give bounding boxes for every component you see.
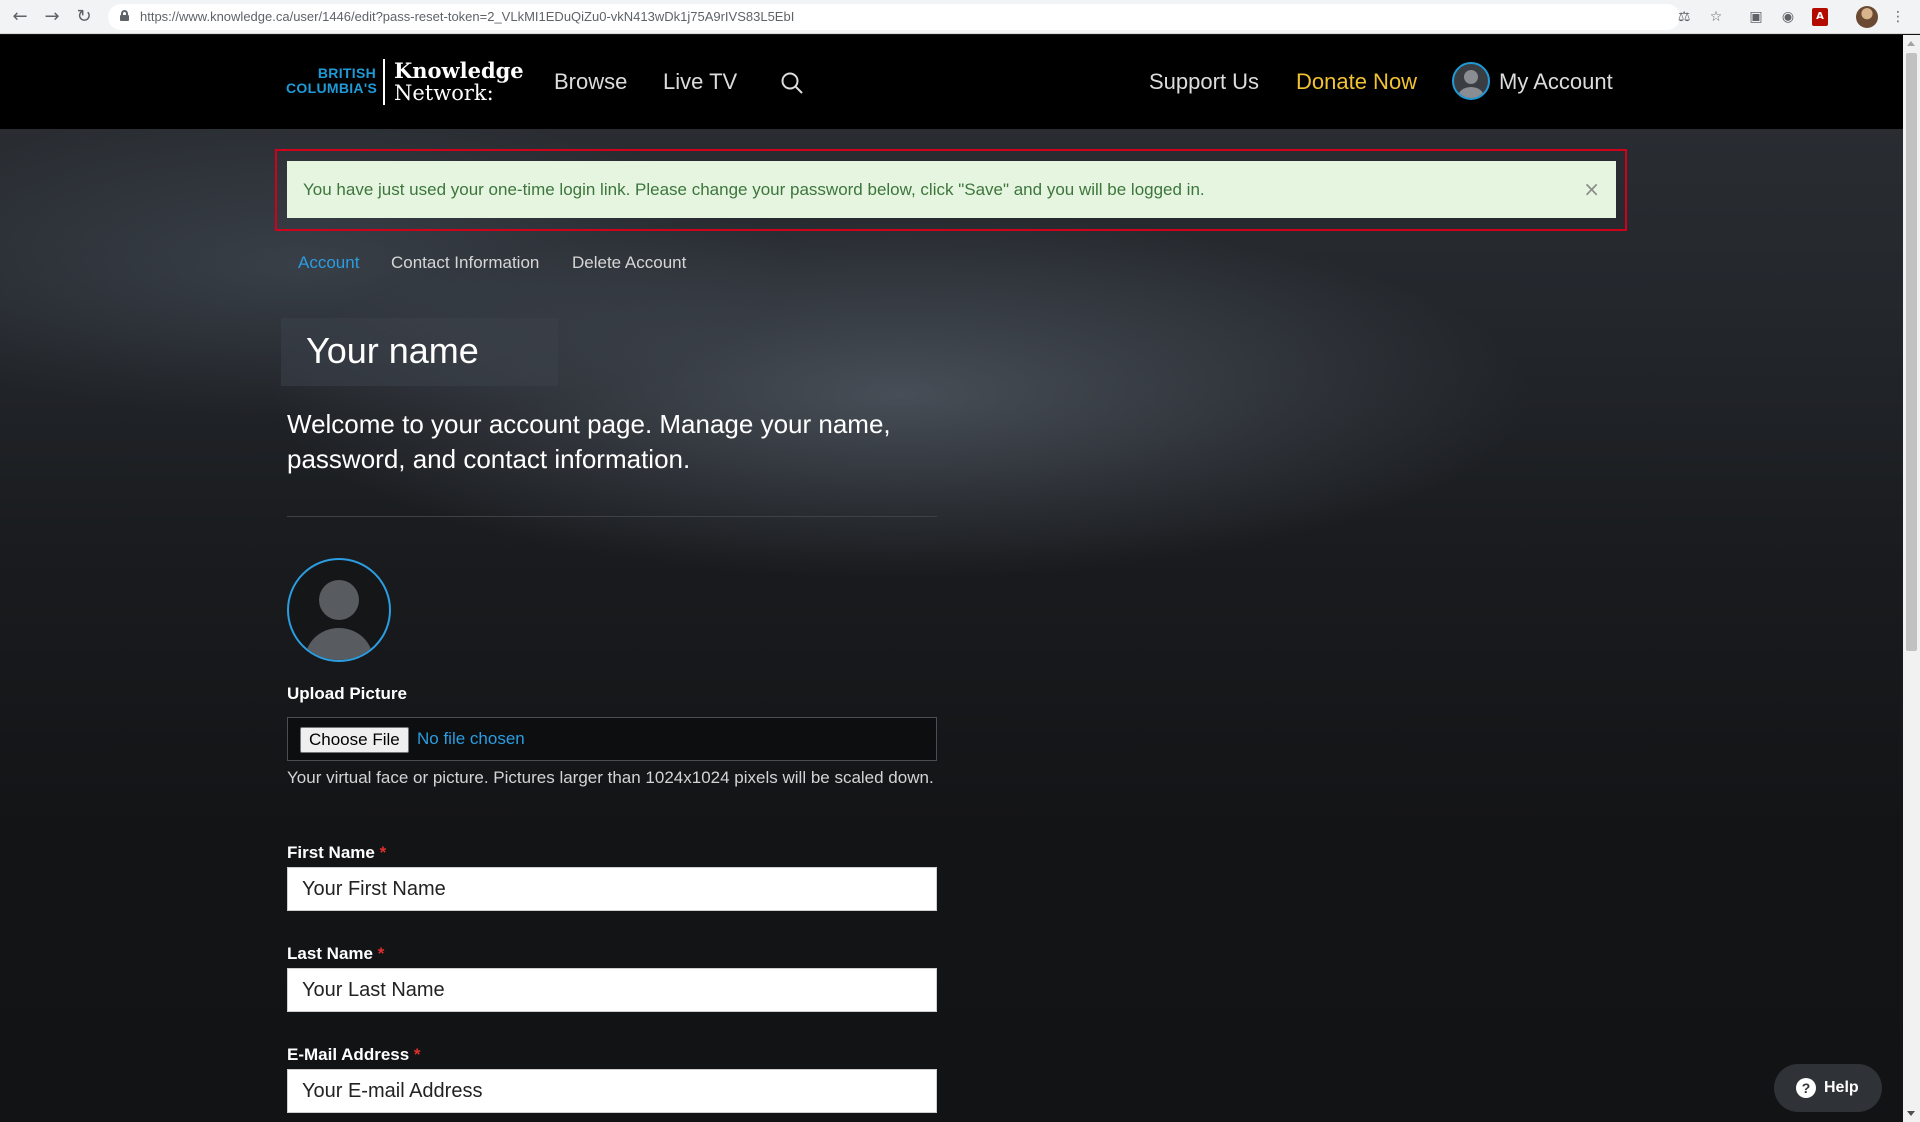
logo-separator [383, 59, 385, 105]
choose-file-button[interactable]: Choose File [300, 727, 409, 753]
required-marker: * [379, 843, 387, 862]
browser-menu-icon[interactable]: ⋮ [1888, 7, 1908, 27]
address-bar[interactable]: https://www.knowledge.ca/user/1446/edit?… [108, 4, 1680, 30]
email-label-text: E-Mail Address [287, 1045, 410, 1064]
profile-picture-avatar [287, 558, 391, 662]
forward-icon[interactable]: → [40, 5, 64, 29]
logo-bc-text: BRITISH COLUMBIA'S [286, 65, 378, 96]
bookmark-star-icon[interactable]: ☆ [1706, 7, 1726, 27]
status-message-text: You have just used your one-time login l… [303, 180, 1205, 199]
upload-picture-label: Upload Picture [287, 684, 407, 703]
first-name-label: First Name * [287, 843, 386, 863]
email-field[interactable]: Your E-mail Address [287, 1069, 937, 1113]
status-message: You have just used your one-time login l… [287, 161, 1616, 218]
back-icon[interactable]: ← [8, 5, 32, 29]
user-silhouette-icon [305, 580, 373, 660]
email-label: E-Mail Address * [287, 1045, 421, 1065]
nav-support-us[interactable]: Support Us [1149, 69, 1259, 95]
logo-wordmark: Knowledge Network: [394, 59, 524, 105]
scrollbar-thumb[interactable] [1906, 53, 1917, 651]
cast-icon[interactable]: ▣ [1746, 7, 1766, 27]
extension-icon[interactable]: ◉ [1778, 7, 1798, 27]
site-header: BRITISH COLUMBIA'S Knowledge Network: Br… [0, 35, 1903, 129]
required-marker: * [413, 1045, 421, 1064]
logo-knowledge: Knowledge [394, 58, 524, 83]
reload-icon[interactable]: ↻ [72, 5, 96, 29]
welcome-text: Welcome to your account page. Manage you… [287, 409, 891, 474]
last-name-field[interactable]: Your Last Name [287, 968, 937, 1012]
scroll-up-icon[interactable] [1907, 41, 1915, 46]
scroll-down-icon[interactable] [1907, 1111, 1915, 1116]
upload-picture-field[interactable]: Choose File No file chosen [287, 717, 937, 761]
browser-toolbar: ← → ↻ https://www.knowledge.ca/user/1446… [0, 0, 1920, 34]
account-avatar-icon[interactable] [1452, 62, 1490, 100]
page-scrollbar[interactable] [1903, 35, 1920, 1122]
last-name-label: Last Name * [287, 944, 384, 964]
help-button-label: Help [1824, 1079, 1859, 1096]
pdf-extension-icon[interactable]: A [1812, 8, 1828, 26]
help-button[interactable]: ? Help [1774, 1064, 1882, 1112]
logo-network: Network: [394, 81, 494, 105]
page-title-box: Your name [281, 318, 558, 386]
browser-profile-avatar[interactable] [1856, 6, 1878, 28]
nav-donate-now[interactable]: Donate Now [1296, 69, 1417, 95]
page-title: Your name [306, 330, 479, 371]
search-icon[interactable] [780, 71, 804, 95]
translate-icon[interactable]: ⚖ [1674, 7, 1694, 27]
first-name-label-text: First Name [287, 843, 375, 862]
first-name-field[interactable]: Your First Name [287, 867, 937, 911]
help-question-icon: ? [1796, 1078, 1816, 1098]
tab-delete-account[interactable]: Delete Account [572, 253, 686, 273]
file-status-text: No file chosen [417, 729, 525, 748]
tab-contact-information[interactable]: Contact Information [391, 253, 539, 273]
tab-account[interactable]: Account [298, 253, 359, 273]
close-icon[interactable]: × [1583, 161, 1600, 218]
upload-help-text: Your virtual face or picture. Pictures l… [287, 768, 934, 787]
nav-browse[interactable]: Browse [554, 69, 627, 95]
address-url: https://www.knowledge.ca/user/1446/edit?… [140, 9, 795, 24]
section-divider [287, 516, 937, 517]
nav-live-tv[interactable]: Live TV [663, 69, 737, 95]
required-marker: * [377, 944, 385, 963]
last-name-label-text: Last Name [287, 944, 373, 963]
lock-icon [120, 10, 129, 21]
nav-my-account[interactable]: My Account [1499, 69, 1613, 95]
